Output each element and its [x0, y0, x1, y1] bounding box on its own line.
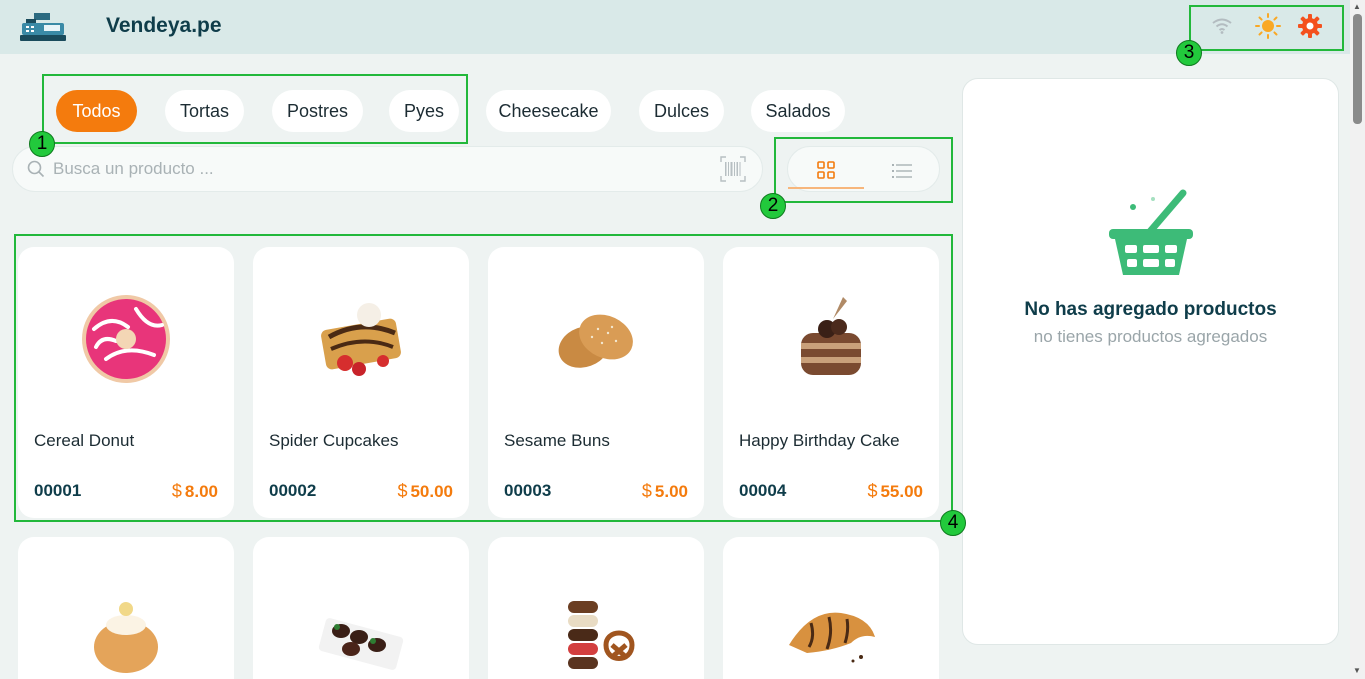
- category-tortas[interactable]: Tortas: [165, 90, 244, 132]
- annotation-badge: 1: [29, 131, 55, 157]
- annotation-badge: 4: [940, 510, 966, 536]
- product-name: Cereal Donut: [34, 431, 135, 450]
- list-view-button[interactable]: [864, 153, 940, 189]
- annotation-badge: 3: [1176, 40, 1202, 66]
- product-card[interactable]: Sesame Buns 00003 $5.00: [488, 247, 704, 518]
- brand-name: Vendeya.pe: [106, 14, 222, 37]
- product-price: $5.00: [641, 481, 688, 501]
- strawberries-image: [318, 618, 404, 670]
- grid-view-button[interactable]: [788, 153, 864, 189]
- product-name: Sesame Buns: [504, 431, 610, 450]
- annotation-badge: 2: [760, 193, 786, 219]
- search-input[interactable]: [53, 159, 693, 179]
- grid-icon: [817, 161, 835, 179]
- cash-register-logo: [20, 13, 66, 41]
- cookies-pretzel-image: [568, 601, 635, 669]
- category-postres[interactable]: Postres: [272, 90, 363, 132]
- view-toggle: [787, 146, 940, 192]
- buns-image: [558, 314, 633, 368]
- scroll-thumb[interactable]: [1353, 14, 1362, 124]
- category-salados[interactable]: Salados: [751, 90, 845, 132]
- product-card[interactable]: Happy Birthday Cake 00004 $55.00: [723, 247, 939, 518]
- product-code: 00001: [34, 481, 82, 500]
- donut-image: [82, 295, 170, 383]
- cart-panel: No has agregado productos no tienes prod…: [962, 78, 1339, 645]
- list-icon: [892, 164, 912, 178]
- category-todos[interactable]: Todos: [56, 90, 137, 132]
- product-price: $8.00: [171, 481, 218, 501]
- product-card[interactable]: [488, 537, 704, 679]
- product-price: $55.00: [867, 481, 923, 501]
- scroll-down-icon[interactable]: ▼: [1353, 666, 1361, 675]
- scroll-up-icon[interactable]: ▲: [1353, 2, 1361, 11]
- product-code: 00004: [739, 481, 787, 500]
- page-scrollbar[interactable]: ▲ ▼: [1350, 0, 1365, 679]
- cream-puff-image: [94, 602, 158, 673]
- product-name: Spider Cupcakes: [269, 431, 399, 450]
- cart-empty-subtitle: no tienes productos agregados: [1033, 327, 1268, 346]
- wifi-icon[interactable]: [1208, 12, 1236, 40]
- category-dulces[interactable]: Dulces: [639, 90, 724, 132]
- product-card[interactable]: [723, 537, 939, 679]
- product-card[interactable]: [253, 537, 469, 679]
- gear-icon[interactable]: [1296, 12, 1324, 40]
- cake-image: [801, 297, 861, 375]
- app-header: Vendeya.pe: [0, 0, 1350, 54]
- basket-icon: [1109, 189, 1193, 275]
- croissant-image: [789, 612, 875, 663]
- search-bar: [12, 146, 763, 192]
- category-cheesecake[interactable]: Cheesecake: [486, 90, 611, 132]
- waffle-image: [321, 303, 401, 376]
- product-card[interactable]: Cereal Donut 00001 $8.00: [18, 247, 234, 518]
- product-code: 00003: [504, 481, 552, 500]
- search-icon: [27, 160, 45, 178]
- product-card[interactable]: [18, 537, 234, 679]
- cart-empty-title: No has agregado productos: [1024, 299, 1277, 320]
- product-price: $50.00: [397, 481, 453, 501]
- product-code: 00002: [269, 481, 317, 500]
- category-pyes[interactable]: Pyes: [389, 90, 459, 132]
- product-card[interactable]: Spider Cupcakes 00002 $50.00: [253, 247, 469, 518]
- barcode-scan-icon[interactable]: [720, 156, 746, 182]
- product-name: Happy Birthday Cake: [739, 431, 900, 450]
- sun-icon[interactable]: [1254, 12, 1282, 40]
